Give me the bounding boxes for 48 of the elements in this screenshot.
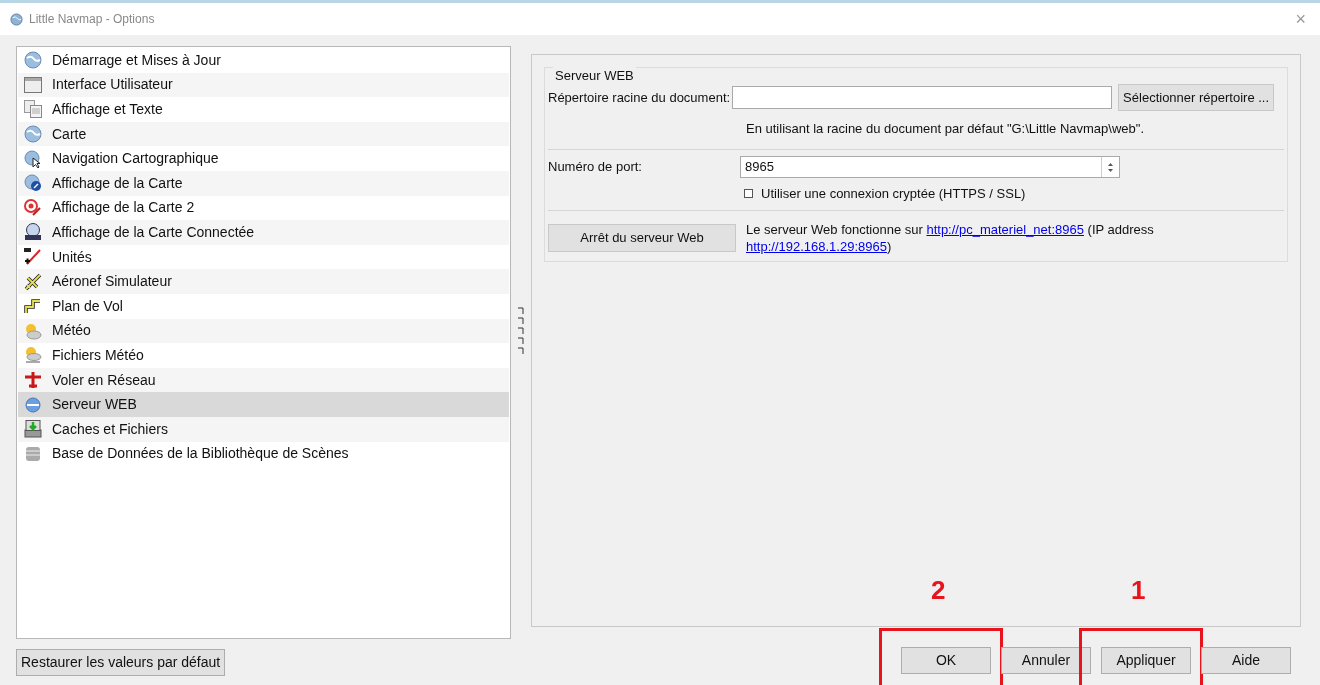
- weather-icon: [24, 321, 42, 340]
- checkbox[interactable]: [744, 189, 753, 199]
- window-icon: [24, 76, 42, 93]
- stop-server-button[interactable]: Arrêt du serveur Web: [548, 223, 736, 252]
- category-item[interactable]: Serveur WEB: [18, 392, 509, 417]
- dialog-button[interactable]: Annuler: [1001, 647, 1091, 674]
- category-item[interactable]: Interface Utilisateur: [18, 72, 509, 98]
- server-link[interactable]: http://pc_materiel_net:8965: [926, 221, 1084, 237]
- category-item[interactable]: Carte: [18, 121, 509, 147]
- field-label: Numéro de port:: [548, 158, 643, 177]
- field-label: Répertoire racine du document:: [548, 88, 731, 107]
- target-icon: [24, 198, 42, 217]
- category-item[interactable]: Aéronef Simulateur: [18, 269, 509, 294]
- server-status-text: Le serveur Web fonctionne sur http://pc_materiel_net:8965 (IP address http://192.168.1.29:8965): [746, 220, 1155, 255]
- default-root-note: En utilisant la racine du document par défaut "G:\Little Navmap\web".: [746, 121, 1144, 136]
- globe-icon: [24, 51, 42, 70]
- globe-icon: [10, 12, 23, 26]
- units-icon: [24, 248, 42, 267]
- spin-up-icon[interactable]: [1108, 162, 1113, 166]
- dialog-button[interactable]: Aide: [1201, 647, 1291, 674]
- dialog-button[interactable]: Appliquer: [1101, 647, 1191, 674]
- airplane-icon: [24, 371, 42, 389]
- pages-icon: [24, 100, 42, 119]
- step-number: 1: [1131, 577, 1146, 603]
- checkbox-label[interactable]: Utiliser une connexion cryptée (HTTPS / SSL): [761, 184, 1026, 204]
- category-item[interactable]: Affichage de la Carte Connectée: [18, 220, 509, 245]
- category-item[interactable]: Affichage de la Carte: [18, 170, 509, 196]
- server-link[interactable]: http://192.168.1.29:8965: [746, 238, 887, 254]
- restore-defaults-button[interactable]: Restaurer les valeurs par défaut: [16, 649, 226, 676]
- database-icon: [24, 444, 42, 463]
- globe-cursor-icon: [24, 149, 42, 168]
- spin-down-icon[interactable]: [1108, 168, 1113, 172]
- category-item[interactable]: Voler en Réseau: [18, 367, 509, 393]
- weather-file-icon: [24, 346, 42, 365]
- splitter-handle-icon[interactable]: [518, 307, 524, 355]
- route-icon: [24, 297, 42, 316]
- airplane-icon: [24, 272, 42, 291]
- category-item[interactable]: Caches et Fichiers: [18, 416, 509, 442]
- globe-pencil-icon: [24, 174, 42, 193]
- select-directory-button[interactable]: Sélectionner répertoire ...: [1118, 84, 1275, 111]
- step-number: 2: [931, 577, 946, 603]
- globe-icon: [24, 125, 42, 144]
- category-item[interactable]: Météo: [18, 318, 509, 344]
- document-root-field[interactable]: [732, 86, 1113, 109]
- window-title: Little Navmap - Options: [29, 11, 155, 28]
- download-drive-icon: [24, 420, 42, 439]
- dialog-button[interactable]: OK: [901, 647, 991, 674]
- port-spinbox[interactable]: 8965: [740, 156, 1120, 178]
